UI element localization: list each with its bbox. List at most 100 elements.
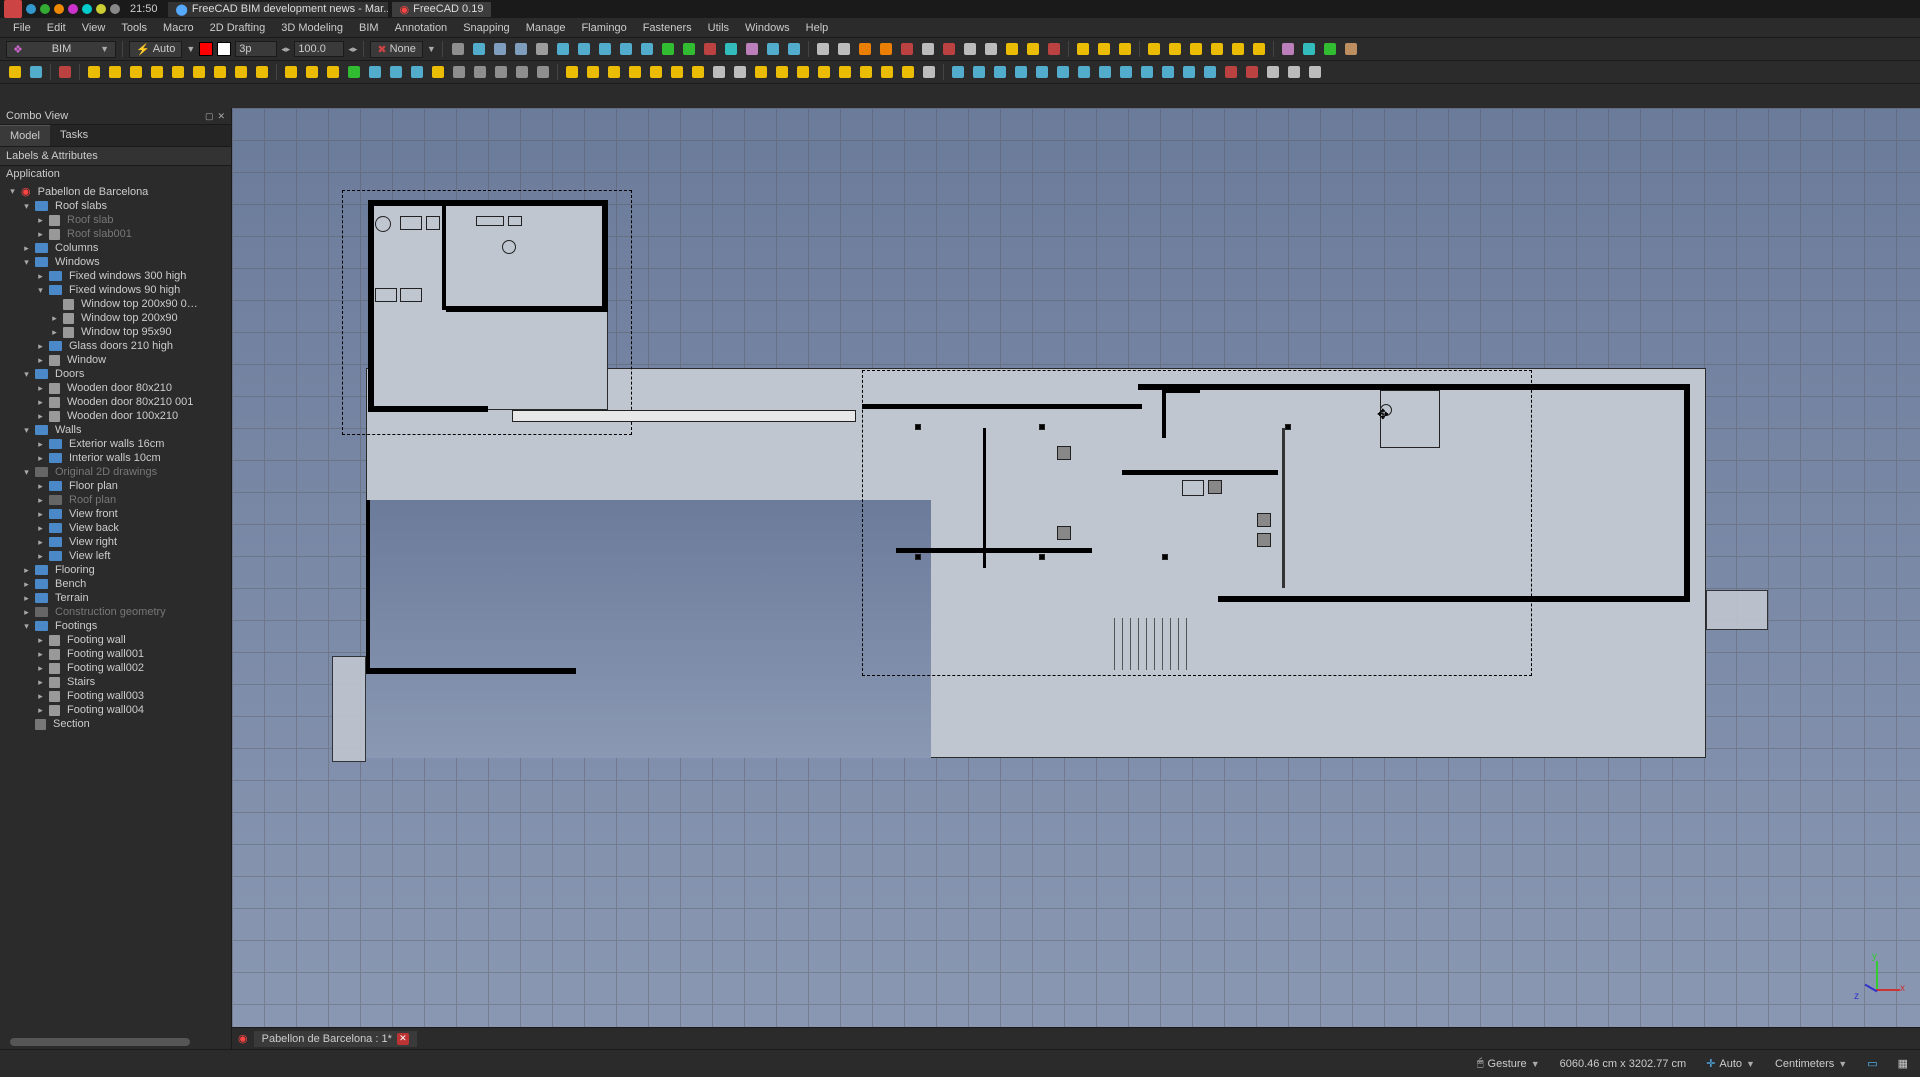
chevron-right-icon[interactable]: ▸ <box>35 523 46 534</box>
circle-button[interactable] <box>127 63 145 81</box>
tree-row[interactable]: ▸Footing wall001 <box>0 647 231 661</box>
sh-button[interactable] <box>1138 63 1156 81</box>
arc-cw-button[interactable] <box>169 63 187 81</box>
boat-button[interactable] <box>1300 40 1318 58</box>
tree-row[interactable]: ▸Footing wall002 <box>0 661 231 675</box>
section-button[interactable] <box>919 40 937 58</box>
line-width-input[interactable] <box>235 41 277 57</box>
tree-row[interactable]: ▸Roof plan <box>0 493 231 507</box>
tree-row[interactable]: ▾Original 2D drawings <box>0 465 231 479</box>
chevron-right-icon[interactable]: ▸ <box>49 327 60 338</box>
tree-row[interactable]: Section <box>0 717 231 731</box>
chevron-right-icon[interactable]: ▸ <box>35 705 46 716</box>
build-col-button[interactable] <box>794 63 812 81</box>
dim-grid-button[interactable] <box>1229 40 1247 58</box>
chevron-right-icon[interactable]: ▸ <box>35 649 46 660</box>
construction-mode-button[interactable]: ✖ None <box>370 41 423 58</box>
hatch-button[interactable] <box>1024 40 1042 58</box>
polygon-button[interactable] <box>190 63 208 81</box>
bolt-button[interactable] <box>836 63 854 81</box>
menu-utils[interactable]: Utils <box>701 20 736 36</box>
tree-row[interactable]: ▸View right <box>0 535 231 549</box>
color-button[interactable] <box>1045 40 1063 58</box>
boots-button[interactable] <box>1342 40 1360 58</box>
tree-row[interactable]: ▸Roof slab <box>0 213 231 227</box>
decorate-button[interactable] <box>56 63 74 81</box>
cube2-button[interactable] <box>324 63 342 81</box>
down-button[interactable] <box>1180 63 1198 81</box>
doc-button[interactable] <box>940 40 958 58</box>
sphere2-button[interactable] <box>471 63 489 81</box>
minus2-button[interactable] <box>1285 63 1303 81</box>
user-button[interactable] <box>1306 63 1324 81</box>
grid-button[interactable] <box>449 40 467 58</box>
menu-2d-drafting[interactable]: 2D Drafting <box>203 20 273 36</box>
snap-perp-button[interactable] <box>617 40 635 58</box>
tree-row[interactable]: ▸Floor plan <box>0 479 231 493</box>
del-button[interactable] <box>1243 63 1261 81</box>
chevron-down-icon[interactable]: ▾ <box>21 257 32 268</box>
build-frame-button[interactable] <box>899 63 917 81</box>
grid2-button[interactable] <box>387 63 405 81</box>
tree-row[interactable]: ▸View front <box>0 507 231 521</box>
undock-icon[interactable]: ▢ <box>205 111 214 122</box>
panel-button[interactable] <box>752 63 770 81</box>
chevron-right-icon[interactable]: ▸ <box>35 341 46 352</box>
model-tree[interactable]: ▾◉Pabellon de Barcelona▾Roof slabs▸Roof … <box>0 182 231 1035</box>
chevron-right-icon[interactable]: ▸ <box>35 439 46 450</box>
tree-row[interactable]: ▸Stairs <box>0 675 231 689</box>
tree-row[interactable]: ▸Wooden door 80x210 <box>0 381 231 395</box>
tree-row[interactable]: ▸View back <box>0 521 231 535</box>
menu-bim[interactable]: BIM <box>352 20 386 36</box>
document-tab[interactable]: Pabellon de Barcelona : 1* ✕ <box>254 1031 417 1047</box>
line-button[interactable] <box>85 63 103 81</box>
slab-button[interactable] <box>626 63 644 81</box>
bspline-button[interactable] <box>232 63 250 81</box>
minus-button[interactable] <box>710 63 728 81</box>
tree-row[interactable]: ▸Wooden door 80x210 001 <box>0 395 231 409</box>
page-button[interactable] <box>982 40 1000 58</box>
menu-fasteners[interactable]: Fasteners <box>636 20 699 36</box>
tree-row[interactable]: ▸Glass doors 210 high <box>0 339 231 353</box>
snap-int-button[interactable] <box>659 40 677 58</box>
snap-special-button[interactable] <box>722 40 740 58</box>
clone-button[interactable] <box>970 63 988 81</box>
spinner-icon[interactable]: ◂▸ <box>348 44 357 55</box>
tree-row[interactable]: ▸Window top 200x90 <box>0 311 231 325</box>
door-button[interactable] <box>584 63 602 81</box>
build-slab-button[interactable] <box>878 63 896 81</box>
text-s-button[interactable] <box>1095 40 1113 58</box>
chevron-right-icon[interactable]: ▸ <box>21 593 32 604</box>
column-button[interactable] <box>668 63 686 81</box>
tree-row[interactable]: ▸Interior walls 10cm <box>0 451 231 465</box>
dim-aligned-button[interactable] <box>1145 40 1163 58</box>
tree-row[interactable]: ▸Footing wall003 <box>0 689 231 703</box>
workbench-selector[interactable]: ❖ BIM ▼ <box>6 41 116 58</box>
rectangle-button[interactable] <box>211 63 229 81</box>
dim-radius-button[interactable] <box>1208 40 1226 58</box>
chevron-right-icon[interactable]: ▸ <box>35 691 46 702</box>
offset-button[interactable] <box>1033 63 1051 81</box>
menu-3d-modeling[interactable]: 3D Modeling <box>274 20 350 36</box>
dim-angle-button[interactable] <box>1166 40 1184 58</box>
tree-row[interactable]: ▸Flooring <box>0 563 231 577</box>
tree-row[interactable]: ▸Window top 95x90 <box>0 325 231 339</box>
tree-row[interactable]: ▸Wooden door 100x210 <box>0 409 231 423</box>
snap-center-button[interactable] <box>638 40 656 58</box>
tree-row[interactable]: ▸Roof slab001 <box>0 227 231 241</box>
perspective-button[interactable] <box>512 40 530 58</box>
chevron-right-icon[interactable]: ▸ <box>35 481 46 492</box>
auto-group-button[interactable]: ⚡ Auto <box>129 41 182 58</box>
mag-button[interactable] <box>1201 63 1219 81</box>
menu-tools[interactable]: Tools <box>114 20 154 36</box>
chevron-right-icon[interactable]: ▸ <box>21 243 32 254</box>
menu-manage[interactable]: Manage <box>519 20 573 36</box>
tree-row[interactable]: Window top 200x90 0… <box>0 297 231 311</box>
layer-button[interactable] <box>856 40 874 58</box>
rotate-button[interactable] <box>991 63 1009 81</box>
text-a-button[interactable] <box>1074 40 1092 58</box>
chevron-down-icon[interactable]: ▾ <box>21 425 32 436</box>
snap-dim-button[interactable] <box>764 40 782 58</box>
ifc-button[interactable] <box>920 63 938 81</box>
chevron-down-icon[interactable]: ▾ <box>35 285 46 296</box>
